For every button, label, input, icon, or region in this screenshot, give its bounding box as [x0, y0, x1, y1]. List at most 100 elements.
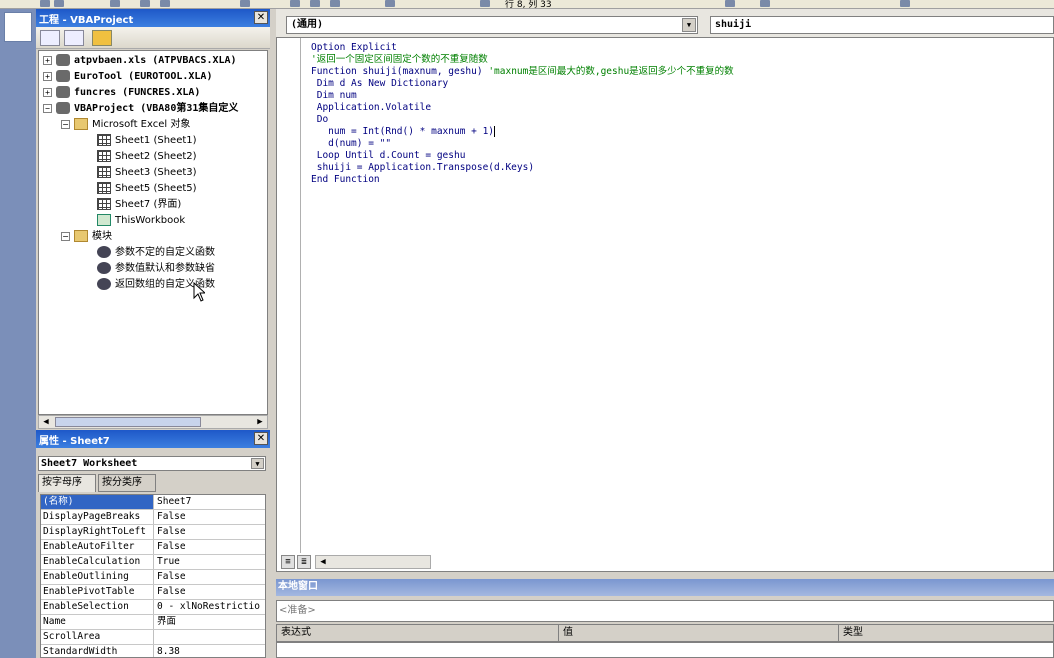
tree-node[interactable]: Sheet2 (Sheet2): [97, 149, 197, 165]
excel-icon[interactable]: [40, 0, 50, 7]
code-line[interactable]: d(num) = "": [311, 138, 734, 150]
property-row[interactable]: ScrollArea: [41, 630, 265, 645]
code-line[interactable]: Application.Volatile: [311, 102, 734, 114]
scroll-right-icon[interactable]: ▶: [253, 416, 267, 428]
property-value[interactable]: 8.38: [156, 645, 265, 657]
vba-project-icon: [56, 86, 70, 98]
property-value[interactable]: False: [156, 510, 265, 524]
undo-icon[interactable]: [240, 0, 250, 7]
expand-icon[interactable]: +: [43, 87, 52, 97]
window-tab[interactable]: [4, 12, 32, 42]
cut-icon[interactable]: [140, 0, 150, 7]
bookmark-icon[interactable]: [900, 0, 910, 7]
property-value[interactable]: False: [156, 585, 265, 599]
property-row[interactable]: (名称) Sheet7: [41, 495, 265, 510]
close-icon[interactable]: ✕: [254, 432, 268, 445]
help-icon[interactable]: [480, 0, 490, 7]
project-explorer-icon[interactable]: [385, 0, 395, 7]
tree-node[interactable]: 参数值默认和参数缺省: [97, 261, 215, 277]
properties-panel: 属性 - Sheet7 ✕ Sheet7 Worksheet ▼ 按字母序 按分…: [36, 430, 270, 658]
code-editor[interactable]: Option Explicit '返回一个固定区间固定个数的不重复随数 Functi…: [276, 37, 1054, 572]
procedure-view-icon[interactable]: ≡: [281, 555, 295, 569]
reset-icon[interactable]: [330, 0, 340, 7]
code-line[interactable]: shuiji = Application.Transpose(d.Keys): [311, 162, 734, 174]
save-icon[interactable]: [110, 0, 120, 7]
object-selector[interactable]: Sheet7 Worksheet ▼: [38, 456, 266, 471]
chevron-down-icon[interactable]: ▼: [682, 18, 696, 32]
property-row[interactable]: DisplayRightToLeft False: [41, 525, 265, 540]
property-row[interactable]: StandardWidth 8.38: [41, 645, 265, 657]
tree-node[interactable]: + funcres (FUNCRES.XLA): [43, 85, 200, 101]
insert-icon[interactable]: [54, 0, 64, 7]
property-row[interactable]: EnableSelection 0 - xlNoRestrictio: [41, 600, 265, 615]
property-value[interactable]: [156, 630, 265, 644]
tree-node[interactable]: Sheet7 (界面): [97, 197, 181, 213]
toggle-folders-icon[interactable]: [92, 30, 112, 46]
property-row[interactable]: EnableCalculation True: [41, 555, 265, 570]
view-code-icon[interactable]: [40, 30, 60, 46]
code-text[interactable]: Option Explicit '返回一个固定区间固定个数的不重复随数 Functi…: [311, 42, 734, 186]
collapse-icon[interactable]: −: [43, 103, 52, 113]
list-members-icon[interactable]: [760, 0, 770, 7]
property-value[interactable]: True: [156, 555, 265, 569]
column-type[interactable]: 类型: [839, 625, 1053, 641]
expand-icon[interactable]: +: [43, 55, 52, 65]
edit-toolbar-icon[interactable]: [725, 0, 735, 7]
run-icon[interactable]: [290, 0, 300, 7]
project-explorer-panel: 工程 - VBAProject ✕ + atpvbaen.xls (ATPVBAC…: [36, 9, 270, 429]
tree-node[interactable]: + EuroTool (EUROTOOL.XLA): [43, 69, 212, 85]
copy-icon[interactable]: [160, 0, 170, 7]
procedure-combo[interactable]: shuiji: [710, 16, 1054, 34]
property-row[interactable]: EnablePivotTable False: [41, 585, 265, 600]
code-line[interactable]: '返回一个固定区间固定个数的不重复随数: [311, 54, 734, 66]
object-combo[interactable]: (通用) ▼: [286, 16, 698, 34]
break-icon[interactable]: [310, 0, 320, 7]
chevron-down-icon[interactable]: ▼: [251, 458, 264, 469]
tree-node[interactable]: Sheet1 (Sheet1): [97, 133, 197, 149]
tree-node[interactable]: − 模块: [61, 229, 112, 245]
tree-node[interactable]: ThisWorkbook: [97, 213, 185, 229]
tree-hscrollbar[interactable]: ◀ ▶: [38, 415, 268, 429]
expand-icon[interactable]: +: [43, 71, 52, 81]
code-line[interactable]: Loop Until d.Count = geshu: [311, 150, 734, 162]
property-row[interactable]: DisplayPageBreaks False: [41, 510, 265, 525]
tree-node[interactable]: − VBAProject (VBA80第31集自定义: [43, 101, 238, 117]
property-row[interactable]: EnableAutoFilter False: [41, 540, 265, 555]
scroll-thumb[interactable]: [55, 417, 201, 427]
collapse-icon[interactable]: −: [61, 119, 70, 129]
tree-node[interactable]: + atpvbaen.xls (ATPVBACS.XLA): [43, 53, 237, 69]
column-value[interactable]: 值: [559, 625, 839, 641]
property-value[interactable]: False: [156, 540, 265, 554]
tab-alphabetic[interactable]: 按字母序: [38, 474, 96, 492]
code-margin[interactable]: [277, 38, 301, 571]
property-value[interactable]: False: [156, 570, 265, 584]
folder-icon: [74, 118, 88, 130]
code-line[interactable]: Do: [311, 114, 734, 126]
property-value[interactable]: 0 - xlNoRestrictio: [156, 600, 265, 614]
column-expression[interactable]: 表达式: [277, 625, 559, 641]
tab-categorized[interactable]: 按分类序: [98, 474, 156, 492]
tree-node[interactable]: 参数不定的自定义函数: [97, 245, 215, 261]
view-object-icon[interactable]: [64, 30, 84, 46]
code-line[interactable]: End Function: [311, 174, 734, 186]
property-row[interactable]: Name 界面: [41, 615, 265, 630]
code-line[interactable]: num = Int(Rnd() * maxnum + 1): [311, 126, 734, 138]
property-row[interactable]: EnableOutlining False: [41, 570, 265, 585]
collapse-icon[interactable]: −: [61, 231, 70, 241]
full-module-view-icon[interactable]: ≣: [297, 555, 311, 569]
code-line[interactable]: Option Explicit: [311, 42, 734, 54]
scroll-left-icon[interactable]: ◀: [316, 556, 330, 568]
tree-node[interactable]: − Microsoft Excel 对象: [61, 117, 190, 133]
tree-node[interactable]: Sheet3 (Sheet3): [97, 165, 197, 181]
scroll-left-icon[interactable]: ◀: [39, 416, 53, 428]
code-hscrollbar[interactable]: ◀: [315, 555, 431, 569]
tree-node[interactable]: Sheet5 (Sheet5): [97, 181, 197, 197]
code-line[interactable]: Dim num: [311, 90, 734, 102]
code-line[interactable]: Function shuiji(maxnum, geshu) 'maxnum是区…: [311, 66, 734, 78]
code-line[interactable]: Dim d As New Dictionary: [311, 78, 734, 90]
close-icon[interactable]: ✕: [254, 11, 268, 24]
property-value[interactable]: False: [156, 525, 265, 539]
property-value[interactable]: Sheet7: [156, 495, 265, 509]
property-value[interactable]: 界面: [156, 615, 265, 629]
tree-node-label: Sheet2 (Sheet2): [115, 151, 197, 162]
